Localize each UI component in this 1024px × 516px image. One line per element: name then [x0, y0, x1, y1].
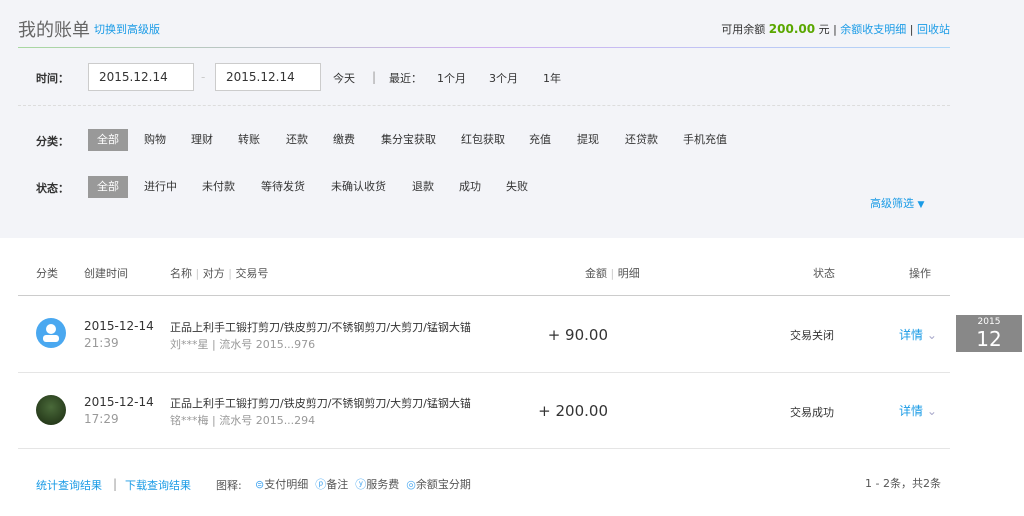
- row-name[interactable]: 正品上利手工锻打剪刀/铁皮剪刀/不锈钢剪刀/大剪刀/锰钢大锚: [170, 319, 471, 335]
- statuses-chip[interactable]: 等待发货: [252, 176, 314, 198]
- divider: [18, 448, 950, 449]
- categories-chip[interactable]: 充值: [520, 129, 560, 151]
- detail-label: 详情: [899, 404, 924, 418]
- row-status: 交易成功: [790, 406, 834, 419]
- categories-chip[interactable]: 转账: [229, 129, 269, 151]
- divider: |: [372, 70, 377, 84]
- balance-label: 可用余额: [721, 23, 766, 36]
- row-detail-button[interactable]: 详情 ⌄: [899, 326, 937, 343]
- download-link[interactable]: 下载查询结果: [125, 477, 191, 493]
- row-name[interactable]: 正品上利手工锻打剪刀/铁皮剪刀/不锈钢剪刀/大剪刀/锰钢大锚: [170, 395, 471, 411]
- payment-detail-icon: ⊜: [255, 478, 265, 491]
- statuses-chip[interactable]: 未付款: [193, 176, 244, 198]
- detail-label: 详情: [899, 328, 924, 342]
- chevron-down-icon: ⌄: [926, 404, 937, 418]
- status-label: 状态：: [36, 182, 69, 195]
- divider: [18, 295, 950, 296]
- col-party-label: 对方: [202, 267, 225, 280]
- switch-advanced-link[interactable]: 切换到高级版: [94, 21, 160, 37]
- row-detail-button[interactable]: 详情 ⌄: [899, 402, 937, 419]
- date-separator: -: [201, 70, 206, 84]
- statuses-chip[interactable]: 退款: [403, 176, 443, 198]
- categories-chip[interactable]: 还款: [277, 129, 317, 151]
- balance-value: 200.00: [768, 22, 816, 36]
- categories-chip[interactable]: 红包获取: [452, 129, 514, 151]
- categories-chip[interactable]: 集分宝获取: [372, 129, 445, 151]
- row-date: 2015-12-14: [84, 395, 154, 409]
- user-icon: [43, 324, 59, 342]
- categories-chip[interactable]: 缴费: [324, 129, 364, 151]
- legend-label: 图释:: [216, 479, 242, 492]
- avatar: [36, 395, 66, 425]
- col-txn-label: 交易号: [235, 267, 269, 280]
- recycle-bin-link[interactable]: 回收站: [917, 23, 950, 36]
- legend-item: 余额宝分期: [415, 478, 471, 491]
- legend-item: 备注: [326, 478, 349, 491]
- row-amount: + 200.00: [538, 402, 608, 420]
- badge-month: 12: [976, 327, 1002, 351]
- row-sub: 铭***梅 | 流水号 2015...294: [170, 414, 316, 427]
- col-name: 名称 | 对方 | 交易号: [170, 267, 269, 280]
- recent-label: 最近：: [389, 72, 422, 85]
- range-3-months[interactable]: 3个月: [489, 70, 518, 86]
- col-status: 状态: [813, 267, 835, 280]
- statuses-chip[interactable]: 成功: [450, 176, 490, 198]
- categories-chip[interactable]: 手机充值: [674, 129, 736, 151]
- col-name-label: 名称: [170, 267, 192, 280]
- legend-item: 服务费: [366, 478, 400, 491]
- today-button[interactable]: 今天: [333, 70, 355, 86]
- categories-chip[interactable]: 提现: [568, 129, 608, 151]
- divider: [18, 372, 950, 373]
- statuses-chip[interactable]: 未确认收货: [322, 176, 395, 198]
- time-label: 时间：: [36, 72, 69, 85]
- service-fee-icon: ⓨ: [355, 478, 367, 491]
- col-created: 创建时间: [84, 267, 128, 280]
- balance-unit: 元: [818, 23, 830, 36]
- row-date: 2015-12-14: [84, 319, 154, 333]
- date-badge: 2015 12: [956, 315, 1022, 352]
- categories-chip[interactable]: 还贷款: [616, 129, 667, 151]
- statuses-chip[interactable]: 全部: [88, 176, 128, 198]
- page-title: 我的账单: [18, 20, 90, 41]
- range-1-year[interactable]: 1年: [543, 70, 561, 86]
- legend: ⊜支付明细 ⓟ备注 ⓨ服务费 ◎余额宝分期: [255, 476, 471, 492]
- row-time: 21:39: [84, 336, 119, 350]
- row-sub: 刘***星 | 流水号 2015...976: [170, 338, 316, 351]
- pagination-info: 1 - 2条，共2条: [865, 477, 941, 490]
- col-action: 操作: [909, 267, 931, 280]
- note-icon: ⓟ: [315, 478, 327, 491]
- category-label: 分类：: [36, 135, 69, 148]
- start-date-input[interactable]: 2015.12.14: [88, 63, 194, 91]
- divider: [18, 47, 950, 48]
- legend-item: 支付明细: [264, 478, 309, 491]
- categories-chip[interactable]: 购物: [135, 129, 175, 151]
- range-1-month[interactable]: 1个月: [437, 70, 466, 86]
- categories-chip[interactable]: 全部: [88, 129, 128, 151]
- row-amount: + 90.00: [547, 326, 608, 344]
- row-time: 17:29: [84, 412, 119, 426]
- yuebao-installment-icon: ◎: [406, 478, 416, 491]
- end-date-input[interactable]: 2015.12.14: [215, 63, 321, 91]
- balance-detail-link[interactable]: 余额收支明细: [840, 23, 906, 36]
- col-amount: 金额 | 明细: [585, 267, 640, 280]
- caret-down-icon: ▼: [917, 200, 925, 210]
- categories-chip[interactable]: 理财: [182, 129, 222, 151]
- divider: |: [113, 477, 118, 491]
- advanced-filter-toggle[interactable]: 高级筛选 ▼: [870, 195, 924, 211]
- avatar: [36, 318, 66, 348]
- divider: [18, 105, 950, 106]
- col-amount-label: 金额: [585, 267, 607, 280]
- balance-bar: 可用余额 200.00 元 | 余额收支明细 | 回收站: [721, 22, 950, 36]
- statuses-chip[interactable]: 进行中: [135, 176, 186, 198]
- col-detail-label: 明细: [617, 267, 640, 280]
- stats-link[interactable]: 统计查询结果: [36, 477, 102, 493]
- advanced-filter-label: 高级筛选: [870, 197, 914, 210]
- row-status: 交易关闭: [790, 329, 834, 342]
- chevron-down-icon: ⌄: [926, 328, 937, 342]
- col-category: 分类: [36, 267, 58, 280]
- statuses-chip[interactable]: 失败: [497, 176, 537, 198]
